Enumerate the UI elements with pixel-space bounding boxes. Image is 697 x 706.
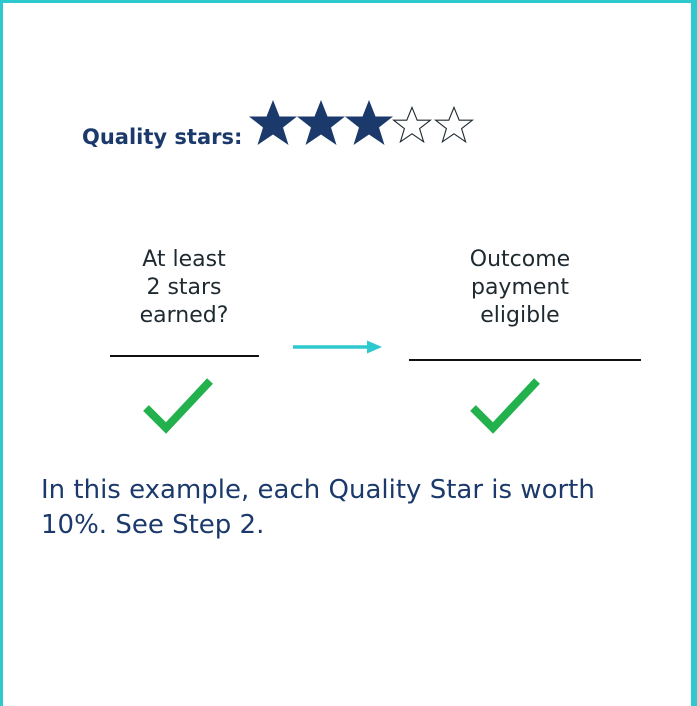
result-line-2: payment — [470, 275, 569, 300]
condition-line-1: At least — [142, 247, 226, 272]
quality-stars-label: Quality stars: — [82, 125, 243, 149]
empty-star-icon — [434, 105, 475, 144]
result-line-3: eligible — [480, 303, 560, 328]
condition-text: At least 2 stars earned? — [104, 246, 264, 330]
result-text: Outcome payment eligible — [420, 246, 620, 330]
example-note: In this example, each Quality Star is wo… — [41, 473, 681, 543]
empty-star-icon — [392, 105, 433, 144]
checkmark-icon — [470, 378, 540, 434]
filled-star-icon — [297, 100, 346, 145]
checkmark-icon — [143, 378, 213, 434]
filled-star-icon — [345, 100, 394, 145]
quality-stars-row: Quality stars: — [82, 88, 476, 158]
filled-star-icon — [249, 100, 298, 145]
result-line-1: Outcome — [469, 247, 571, 272]
condition-underline — [110, 355, 259, 357]
quality-stars-rating — [248, 98, 476, 148]
result-underline — [409, 359, 641, 361]
arrow-right-icon — [293, 340, 382, 354]
condition-line-2: 2 stars — [146, 275, 222, 300]
note-line-1: In this example, each Quality Star is wo… — [41, 475, 595, 505]
note-line-2: 10%. See Step 2. — [41, 510, 265, 540]
condition-line-3: earned? — [139, 303, 229, 328]
